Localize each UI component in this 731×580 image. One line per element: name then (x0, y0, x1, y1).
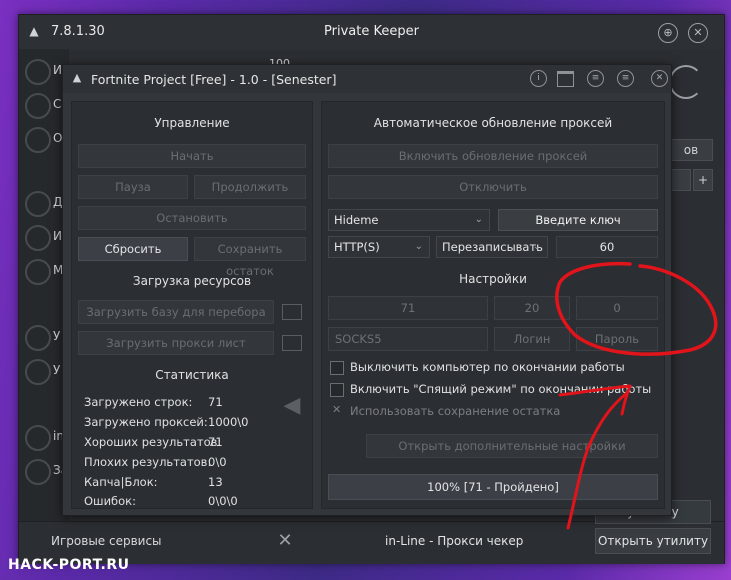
stat-value: 71 (208, 435, 223, 449)
dialog-logo-icon: ▲ (72, 71, 82, 84)
reset-button[interactable]: Сбросить (78, 237, 188, 261)
dialog-close-icon[interactable]: ✕ (651, 70, 668, 87)
refresh-icon[interactable] (669, 65, 703, 99)
open-utility-button[interactable]: Открыть утилиту (595, 528, 711, 554)
sidebar-label: И (53, 63, 62, 77)
timeout-field[interactable]: 20 (494, 296, 570, 320)
provider-select[interactable]: Hideme ⌄ (328, 209, 490, 231)
save-rest-check-icon[interactable]: ✕ (332, 403, 341, 416)
stat-label: Капча|Блок: (84, 475, 158, 489)
right-panel: Автоматическое обновление проксей Включи… (321, 101, 665, 509)
stat-value: 1000\0 (208, 415, 249, 429)
globe-icon[interactable]: ⊕ (658, 23, 678, 43)
sidebar-icon[interactable] (25, 425, 51, 451)
stats-title: Статистика (155, 368, 229, 382)
proxy-folder-icon[interactable] (282, 335, 302, 351)
more-settings-button[interactable]: Открыть дополнительные настройки (366, 434, 658, 458)
stat-label: Загружено строк: (84, 395, 193, 409)
shutdown-checkbox[interactable] (330, 361, 344, 375)
sidebar-icon[interactable] (25, 93, 51, 119)
info-icon[interactable]: i (530, 70, 547, 87)
sidebar-label: У (53, 329, 61, 343)
close-icon[interactable]: ✕ (688, 23, 708, 43)
load-proxy-button[interactable]: Загрузить прокси лист (78, 331, 274, 355)
dialog-title-bar: ▲ Fortnite Project [Free] - 1.0 - [Senes… (63, 65, 671, 93)
sidebar-icon[interactable] (25, 459, 51, 485)
dialog-title: Fortnite Project [Free] - 1.0 - [Seneste… (91, 72, 337, 87)
shutdown-label: Выключить компьютер по окончании работы (350, 360, 625, 374)
load-base-button[interactable]: Загрузить базу для перебора (78, 300, 274, 324)
stat-value: 71 (208, 395, 223, 409)
outer-title-bar: ▲ 7.8.1.30 Private Keeper ⊕ ✕ (19, 15, 724, 49)
sidebar-icon[interactable] (25, 259, 51, 285)
project-dialog: ▲ Fortnite Project [Free] - 1.0 - [Senes… (62, 64, 672, 516)
menu-icon[interactable]: ≡ (617, 70, 634, 87)
folder-icon[interactable] (557, 71, 574, 87)
sidebar-icon[interactable] (25, 359, 51, 385)
sleep-label: Включить "Спящий режим" по окончании раб… (350, 382, 652, 396)
threads-field[interactable]: 71 (328, 296, 488, 320)
mode-select[interactable]: Перезаписывать ⌄ (436, 236, 548, 258)
stat-label: Плохих результатов: (84, 455, 212, 469)
proxy-checker-label: in-Line - Прокси чекер (385, 534, 524, 548)
pause-button[interactable]: Пауза (78, 175, 188, 199)
save-rest-button[interactable]: Сохранить остаток (194, 237, 306, 278)
tab-stub-arrow[interactable] (669, 169, 691, 191)
stat-label: Хороших результатов: (84, 435, 222, 449)
app-title: Private Keeper (324, 24, 419, 39)
management-title: Управление (154, 116, 230, 130)
watermark: HACK-PORT.RU (8, 557, 130, 573)
sidebar-label: С (53, 97, 62, 111)
enter-key-button[interactable]: Введите ключ (498, 209, 658, 231)
chevron-down-icon: ⌄ (532, 241, 541, 252)
password-field[interactable]: Пароль (576, 327, 658, 351)
sleep-checkbox[interactable] (330, 383, 344, 397)
save-rest-label: Использовать сохранение остатка (350, 404, 561, 418)
retries-field[interactable]: 0 (576, 296, 658, 320)
right-background-panel (667, 135, 717, 515)
protocol-select[interactable]: HTTP(S) ⌄ (328, 236, 430, 258)
stat-value: 0\0\0 (208, 494, 238, 508)
sidebar-label: И (53, 229, 62, 243)
settings-title: Настройки (459, 272, 527, 286)
sidebar-icon[interactable] (25, 325, 51, 351)
progress-button[interactable]: 100% [71 - Пройдено] (328, 474, 658, 500)
proxy-update-title: Автоматическое обновление проксей (373, 116, 613, 130)
base-folder-icon[interactable] (282, 304, 302, 320)
interval-field[interactable]: 60 (556, 236, 658, 258)
mode-value: Перезаписывать (442, 240, 543, 254)
proxy-type-field[interactable]: SOCKS5 (328, 327, 488, 351)
start-button[interactable]: Начать (78, 144, 306, 168)
left-panel: Управление Начать Пауза Продолжить Остан… (71, 101, 313, 509)
stat-label: Ошибок: (84, 494, 136, 508)
stat-label: Загружено проксей: (84, 415, 208, 429)
tab-stub[interactable]: ов (669, 139, 713, 161)
login-field[interactable]: Логин (494, 327, 570, 351)
provider-value: Hideme (334, 213, 379, 227)
resources-title: Загрузка ресурсов (132, 274, 252, 288)
sound-icon[interactable]: ◀ (277, 393, 307, 423)
add-tab-button[interactable]: + (693, 169, 713, 191)
list-icon[interactable]: ≡ (587, 70, 604, 87)
stat-value: 13 (208, 475, 223, 489)
stat-value: 0\0 (208, 455, 227, 469)
sidebar-icon[interactable] (25, 59, 51, 85)
games-services-label: Игровые сервисы (51, 534, 162, 548)
enable-proxy-update-button[interactable]: Включить обновление проксей (328, 144, 658, 168)
resume-button[interactable]: Продолжить (194, 175, 306, 199)
sidebar-label: У (53, 363, 61, 377)
sidebar-icon[interactable] (25, 225, 51, 251)
protocol-value: HTTP(S) (334, 240, 380, 254)
chevron-down-icon: ⌄ (474, 214, 483, 225)
disable-button[interactable]: Отключить (328, 175, 658, 199)
tools-icon: ✕ (277, 530, 293, 551)
sidebar-label: Д (53, 195, 63, 209)
stop-button[interactable]: Остановить (78, 206, 306, 230)
sidebar-icon[interactable] (25, 127, 51, 153)
chevron-down-icon: ⌄ (414, 241, 423, 252)
sidebar-icon[interactable] (25, 191, 51, 217)
